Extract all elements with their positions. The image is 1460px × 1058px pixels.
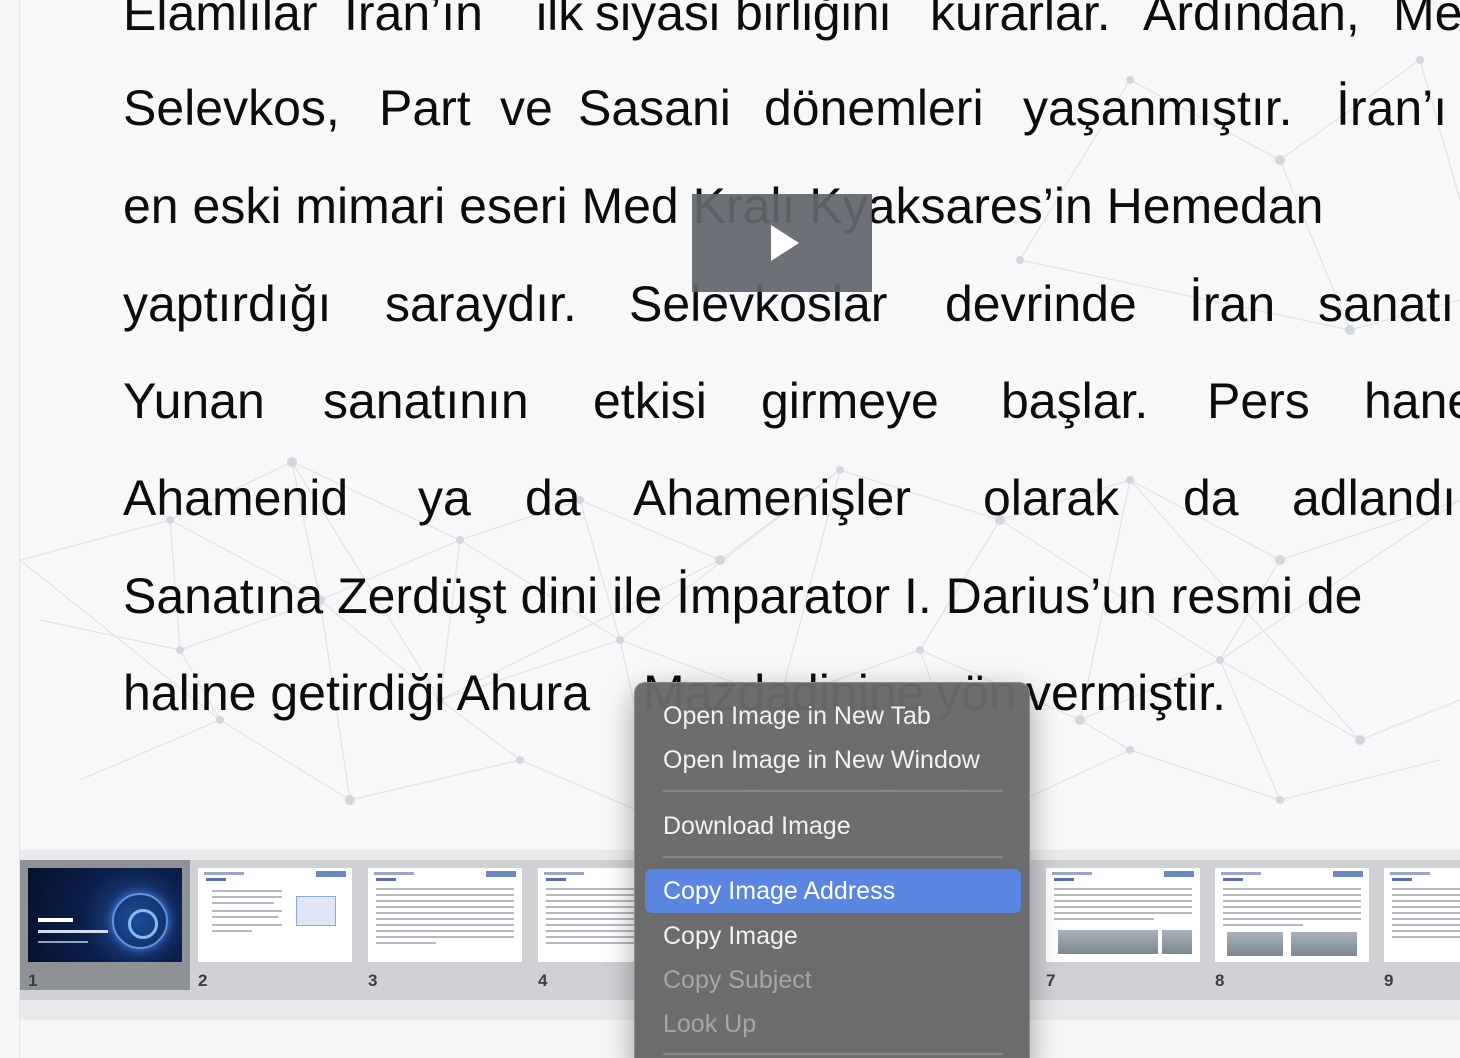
- play-icon: [771, 225, 799, 261]
- slide-thumbnail[interactable]: 1: [20, 860, 190, 990]
- photo-icon: [1291, 932, 1357, 956]
- thumbnail-image: [1046, 868, 1200, 962]
- menu-item-copy-subject: Copy Subject: [663, 966, 812, 994]
- photo-icon: [1162, 930, 1192, 954]
- video-play-button[interactable]: [692, 194, 872, 292]
- menu-separator: [663, 1053, 1003, 1055]
- thumbnail-image: [368, 868, 522, 962]
- thumbnail-image: [1215, 868, 1369, 962]
- slide-number: 2: [198, 971, 208, 990]
- slide-number: 3: [368, 971, 378, 990]
- slide-thumbnail[interactable]: 2: [190, 860, 360, 990]
- image-context-menu[interactable]: Open Image in New Tab Open Image in New …: [634, 682, 1030, 1058]
- slide-number: 8: [1215, 971, 1225, 990]
- menu-item-copy-image[interactable]: Copy Image: [645, 914, 1021, 958]
- slide-thumbnail[interactable]: 8: [1207, 860, 1377, 990]
- menu-separator: [663, 790, 1003, 792]
- menu-item-copy-image-address[interactable]: Copy Image Address: [645, 869, 1021, 913]
- left-gutter: [0, 0, 20, 1058]
- menu-item-open-image-new-window[interactable]: Open Image in New Window: [645, 738, 1021, 782]
- menu-separator: [663, 856, 1003, 858]
- slide-number: 4: [538, 971, 548, 990]
- photo-icon: [1227, 932, 1283, 956]
- university-logo-icon: [112, 893, 168, 949]
- slide-thumbnail[interactable]: 9: [1376, 860, 1460, 990]
- slide-thumbnail[interactable]: 3: [360, 860, 530, 990]
- menu-item-download-image[interactable]: Download Image: [645, 804, 1021, 848]
- photo-icon: [1058, 930, 1158, 954]
- slide-number: 1: [28, 971, 38, 990]
- menu-item-look-up: Look Up: [663, 1010, 757, 1038]
- thumbnail-image: [28, 868, 182, 962]
- thumbnail-image: [1384, 868, 1460, 962]
- slide-number: 7: [1046, 971, 1056, 990]
- slide-thumbnail[interactable]: 7: [1038, 860, 1208, 990]
- menu-item-open-image-new-tab[interactable]: Open Image in New Tab: [645, 694, 1021, 738]
- chart-illustration-icon: [296, 896, 336, 926]
- slide-number: 9: [1384, 971, 1394, 990]
- thumbnail-image: [198, 868, 352, 962]
